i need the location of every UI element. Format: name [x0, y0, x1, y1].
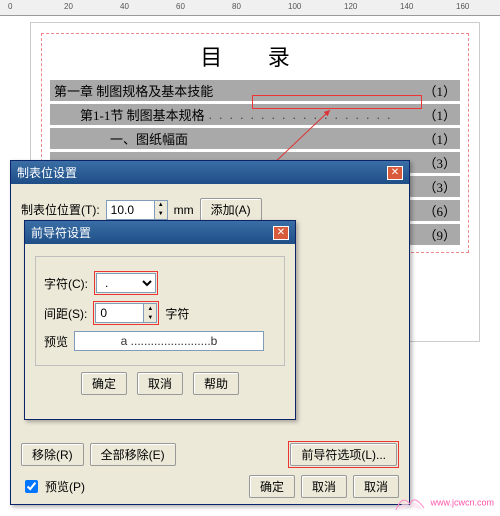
char-combo[interactable]: .	[96, 273, 156, 293]
char-label: 字符(C):	[44, 275, 88, 292]
leader-preview: a ........................b	[74, 331, 264, 351]
dialog-titlebar: 前导符设置 ✕	[25, 221, 295, 244]
spin-down-icon[interactable]: ▼	[144, 313, 156, 322]
close-icon[interactable]: ✕	[273, 226, 289, 240]
cancel-button[interactable]: 取消	[301, 475, 347, 498]
leader-groupbox: 字符(C): . 间距(S): ▲▼ 字符 预览	[35, 256, 285, 366]
ok-button[interactable]: 确定	[81, 372, 127, 395]
leader-dialog: 前导符设置 ✕ 字符(C): . 间距(S): ▲▼	[24, 220, 296, 420]
spin-up-icon[interactable]: ▲	[155, 201, 167, 210]
doc-title: 目 录	[50, 40, 460, 72]
dialog-titlebar: 制表位设置 ✕	[11, 161, 409, 184]
tab-position-spinner[interactable]: ▲▼	[106, 200, 168, 220]
add-button[interactable]: 添加(A)	[200, 198, 262, 221]
spin-up-icon[interactable]: ▲	[144, 304, 156, 313]
remove-button[interactable]: 移除(R)	[21, 443, 84, 466]
dialog-title: 制表位设置	[17, 164, 77, 181]
preview-checkbox[interactable]	[25, 480, 38, 493]
cancel-button[interactable]: 取消	[353, 475, 399, 498]
preview-checkbox-label: 预览(P)	[45, 478, 85, 495]
help-button[interactable]: 帮助	[193, 372, 239, 395]
spacing-spinner[interactable]: ▲▼	[95, 303, 157, 323]
leader-options-button[interactable]: 前导符选项(L)...	[290, 443, 397, 466]
cancel-button[interactable]: 取消	[137, 372, 183, 395]
dialog-title: 前导符设置	[31, 224, 91, 241]
toc-line: 一、图纸幅面（1）	[50, 128, 460, 149]
ruler: 0 20 40 60 80 100 120 140 160	[0, 0, 500, 16]
close-icon[interactable]: ✕	[387, 166, 403, 180]
spacing-label: 间距(S):	[44, 305, 87, 322]
tab-position-label: 制表位位置(T):	[21, 201, 100, 218]
remove-all-button[interactable]: 全部移除(E)	[90, 443, 176, 466]
ok-button[interactable]: 确定	[249, 475, 295, 498]
annotation-box	[252, 95, 422, 109]
unit-label: mm	[174, 203, 194, 217]
preview-label: 预览	[44, 333, 68, 350]
tab-position-input[interactable]	[106, 200, 154, 220]
spacing-unit-label: 字符	[165, 305, 189, 322]
spacing-input[interactable]	[95, 303, 143, 323]
spin-down-icon[interactable]: ▼	[155, 210, 167, 219]
